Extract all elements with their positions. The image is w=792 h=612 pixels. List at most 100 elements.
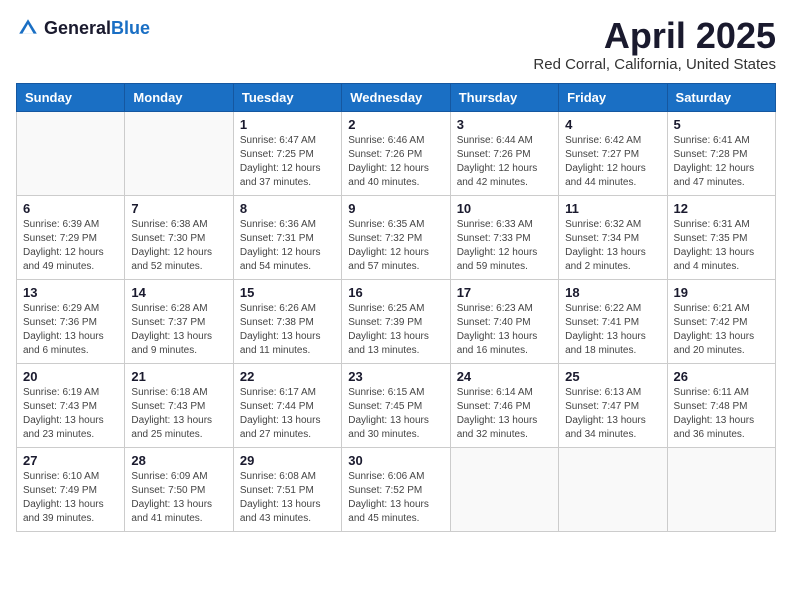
day-detail: Sunrise: 6:47 AMSunset: 7:25 PMDaylight:… <box>240 134 335 190</box>
calendar-cell: 8Sunrise: 6:36 AMSunset: 7:31 PMDaylight… <box>233 195 341 279</box>
calendar-cell: 22 Sunrise: 6:17 AMSunset: 7:44 PMDayligh… <box>233 363 341 447</box>
header-row: SundayMondayTuesdayWednesdayThursdayFrid… <box>17 83 776 111</box>
day-number: 30 <box>348 453 443 468</box>
calendar-week-3: 13 Sunrise: 6:29 AMSunset: 7:36 PMDayligh… <box>17 279 776 363</box>
calendar-cell: 27 Sunrise: 6:10 AMSunset: 7:49 PMDayligh… <box>17 447 125 531</box>
calendar-cell: 5 Sunrise: 6:41 AMSunset: 7:28 PMDaylight… <box>667 111 775 195</box>
day-number: 16 <box>348 285 443 300</box>
day-detail: Sunrise: 6:35 AMSunset: 7:32 PMDaylight:… <box>348 218 443 274</box>
calendar-cell: 30 Sunrise: 6:06 AMSunset: 7:52 PMDayligh… <box>342 447 450 531</box>
day-detail: Sunrise: 6:10 AMSunset: 7:49 PMDaylight:… <box>23 470 118 526</box>
calendar-week-4: 20Sunrise: 6:19 AMSunset: 7:43 PMDayligh… <box>17 363 776 447</box>
day-detail: Sunrise: 6:08 AMSunset: 7:51 PMDaylight:… <box>240 470 335 526</box>
calendar-cell <box>450 447 558 531</box>
title-area: April 2025 Red Corral, California, Unite… <box>533 16 776 73</box>
day-number: 21 <box>131 369 226 384</box>
calendar-cell: 12Sunrise: 6:31 AMSunset: 7:35 PMDayligh… <box>667 195 775 279</box>
calendar-cell: 23 Sunrise: 6:15 AMSunset: 7:45 PMDayligh… <box>342 363 450 447</box>
day-detail: Sunrise: 6:41 AMSunset: 7:28 PMDaylight:… <box>674 134 769 190</box>
day-number: 22 <box>240 369 335 384</box>
day-number: 26 <box>674 369 769 384</box>
calendar-cell <box>667 447 775 531</box>
calendar-cell <box>125 111 233 195</box>
day-header-sunday: Sunday <box>17 83 125 111</box>
day-detail: Sunrise: 6:06 AMSunset: 7:52 PMDaylight:… <box>348 470 443 526</box>
day-number: 20 <box>23 369 118 384</box>
calendar-week-5: 27 Sunrise: 6:10 AMSunset: 7:49 PMDayligh… <box>17 447 776 531</box>
calendar-cell: 9Sunrise: 6:35 AMSunset: 7:32 PMDaylight… <box>342 195 450 279</box>
day-number: 1 <box>240 117 335 132</box>
calendar-cell: 10Sunrise: 6:33 AMSunset: 7:33 PMDayligh… <box>450 195 558 279</box>
calendar-cell: 3 Sunrise: 6:44 AMSunset: 7:26 PMDaylight… <box>450 111 558 195</box>
calendar: SundayMondayTuesdayWednesdayThursdayFrid… <box>16 83 776 532</box>
calendar-cell: 2 Sunrise: 6:46 AMSunset: 7:26 PMDaylight… <box>342 111 450 195</box>
day-detail: Sunrise: 6:21 AMSunset: 7:42 PMDaylight:… <box>674 302 769 358</box>
calendar-cell: 28 Sunrise: 6:09 AMSunset: 7:50 PMDayligh… <box>125 447 233 531</box>
day-number: 18 <box>565 285 660 300</box>
calendar-cell: 15Sunrise: 6:26 AMSunset: 7:38 PMDayligh… <box>233 279 341 363</box>
day-number: 14 <box>131 285 226 300</box>
day-detail: Sunrise: 6:14 AMSunset: 7:46 PMDaylight:… <box>457 386 552 442</box>
month-title: April 2025 <box>533 16 776 56</box>
location-title: Red Corral, California, United States <box>533 56 776 73</box>
calendar-cell: 11Sunrise: 6:32 AMSunset: 7:34 PMDayligh… <box>559 195 667 279</box>
logo-general: General <box>44 18 111 38</box>
calendar-cell: 4Sunrise: 6:42 AMSunset: 7:27 PMDaylight… <box>559 111 667 195</box>
day-detail: Sunrise: 6:23 AMSunset: 7:40 PMDaylight:… <box>457 302 552 358</box>
calendar-cell: 25Sunrise: 6:13 AMSunset: 7:47 PMDayligh… <box>559 363 667 447</box>
logo: GeneralBlue <box>16 16 150 40</box>
day-detail: Sunrise: 6:09 AMSunset: 7:50 PMDaylight:… <box>131 470 226 526</box>
calendar-cell <box>559 447 667 531</box>
day-number: 28 <box>131 453 226 468</box>
calendar-cell: 26Sunrise: 6:11 AMSunset: 7:48 PMDayligh… <box>667 363 775 447</box>
calendar-week-1: 1 Sunrise: 6:47 AMSunset: 7:25 PMDaylight… <box>17 111 776 195</box>
day-detail: Sunrise: 6:13 AMSunset: 7:47 PMDaylight:… <box>565 386 660 442</box>
day-detail: Sunrise: 6:15 AMSunset: 7:45 PMDaylight:… <box>348 386 443 442</box>
day-detail: Sunrise: 6:28 AMSunset: 7:37 PMDaylight:… <box>131 302 226 358</box>
calendar-cell: 6Sunrise: 6:39 AMSunset: 7:29 PMDaylight… <box>17 195 125 279</box>
day-number: 2 <box>348 117 443 132</box>
day-number: 12 <box>674 201 769 216</box>
calendar-cell: 24Sunrise: 6:14 AMSunset: 7:46 PMDayligh… <box>450 363 558 447</box>
day-detail: Sunrise: 6:25 AMSunset: 7:39 PMDaylight:… <box>348 302 443 358</box>
day-number: 8 <box>240 201 335 216</box>
day-number: 6 <box>23 201 118 216</box>
day-header-monday: Monday <box>125 83 233 111</box>
calendar-cell: 14 Sunrise: 6:28 AMSunset: 7:37 PMDayligh… <box>125 279 233 363</box>
day-header-saturday: Saturday <box>667 83 775 111</box>
day-header-friday: Friday <box>559 83 667 111</box>
day-header-thursday: Thursday <box>450 83 558 111</box>
day-number: 3 <box>457 117 552 132</box>
logo-blue: Blue <box>111 18 150 38</box>
day-number: 13 <box>23 285 118 300</box>
day-detail: Sunrise: 6:44 AMSunset: 7:26 PMDaylight:… <box>457 134 552 190</box>
day-number: 17 <box>457 285 552 300</box>
calendar-cell: 7 Sunrise: 6:38 AMSunset: 7:30 PMDaylight… <box>125 195 233 279</box>
calendar-cell: 21Sunrise: 6:18 AMSunset: 7:43 PMDayligh… <box>125 363 233 447</box>
calendar-cell: 13 Sunrise: 6:29 AMSunset: 7:36 PMDayligh… <box>17 279 125 363</box>
calendar-header: SundayMondayTuesdayWednesdayThursdayFrid… <box>17 83 776 111</box>
day-number: 5 <box>674 117 769 132</box>
calendar-cell: 16 Sunrise: 6:25 AMSunset: 7:39 PMDayligh… <box>342 279 450 363</box>
day-header-tuesday: Tuesday <box>233 83 341 111</box>
calendar-cell: 17 Sunrise: 6:23 AMSunset: 7:40 PMDayligh… <box>450 279 558 363</box>
header: GeneralBlue April 2025 Red Corral, Calif… <box>16 16 776 73</box>
calendar-body: 1 Sunrise: 6:47 AMSunset: 7:25 PMDaylight… <box>17 111 776 531</box>
day-detail: Sunrise: 6:22 AMSunset: 7:41 PMDaylight:… <box>565 302 660 358</box>
day-detail: Sunrise: 6:29 AMSunset: 7:36 PMDaylight:… <box>23 302 118 358</box>
day-number: 27 <box>23 453 118 468</box>
day-detail: Sunrise: 6:38 AMSunset: 7:30 PMDaylight:… <box>131 218 226 274</box>
day-detail: Sunrise: 6:46 AMSunset: 7:26 PMDaylight:… <box>348 134 443 190</box>
day-detail: Sunrise: 6:17 AMSunset: 7:44 PMDaylight:… <box>240 386 335 442</box>
day-number: 7 <box>131 201 226 216</box>
day-number: 11 <box>565 201 660 216</box>
day-number: 29 <box>240 453 335 468</box>
day-number: 23 <box>348 369 443 384</box>
calendar-cell: 19 Sunrise: 6:21 AMSunset: 7:42 PMDayligh… <box>667 279 775 363</box>
day-detail: Sunrise: 6:26 AMSunset: 7:38 PMDaylight:… <box>240 302 335 358</box>
day-detail: Sunrise: 6:33 AMSunset: 7:33 PMDaylight:… <box>457 218 552 274</box>
day-header-wednesday: Wednesday <box>342 83 450 111</box>
logo-icon <box>16 16 40 40</box>
calendar-cell: 1 Sunrise: 6:47 AMSunset: 7:25 PMDaylight… <box>233 111 341 195</box>
day-number: 19 <box>674 285 769 300</box>
